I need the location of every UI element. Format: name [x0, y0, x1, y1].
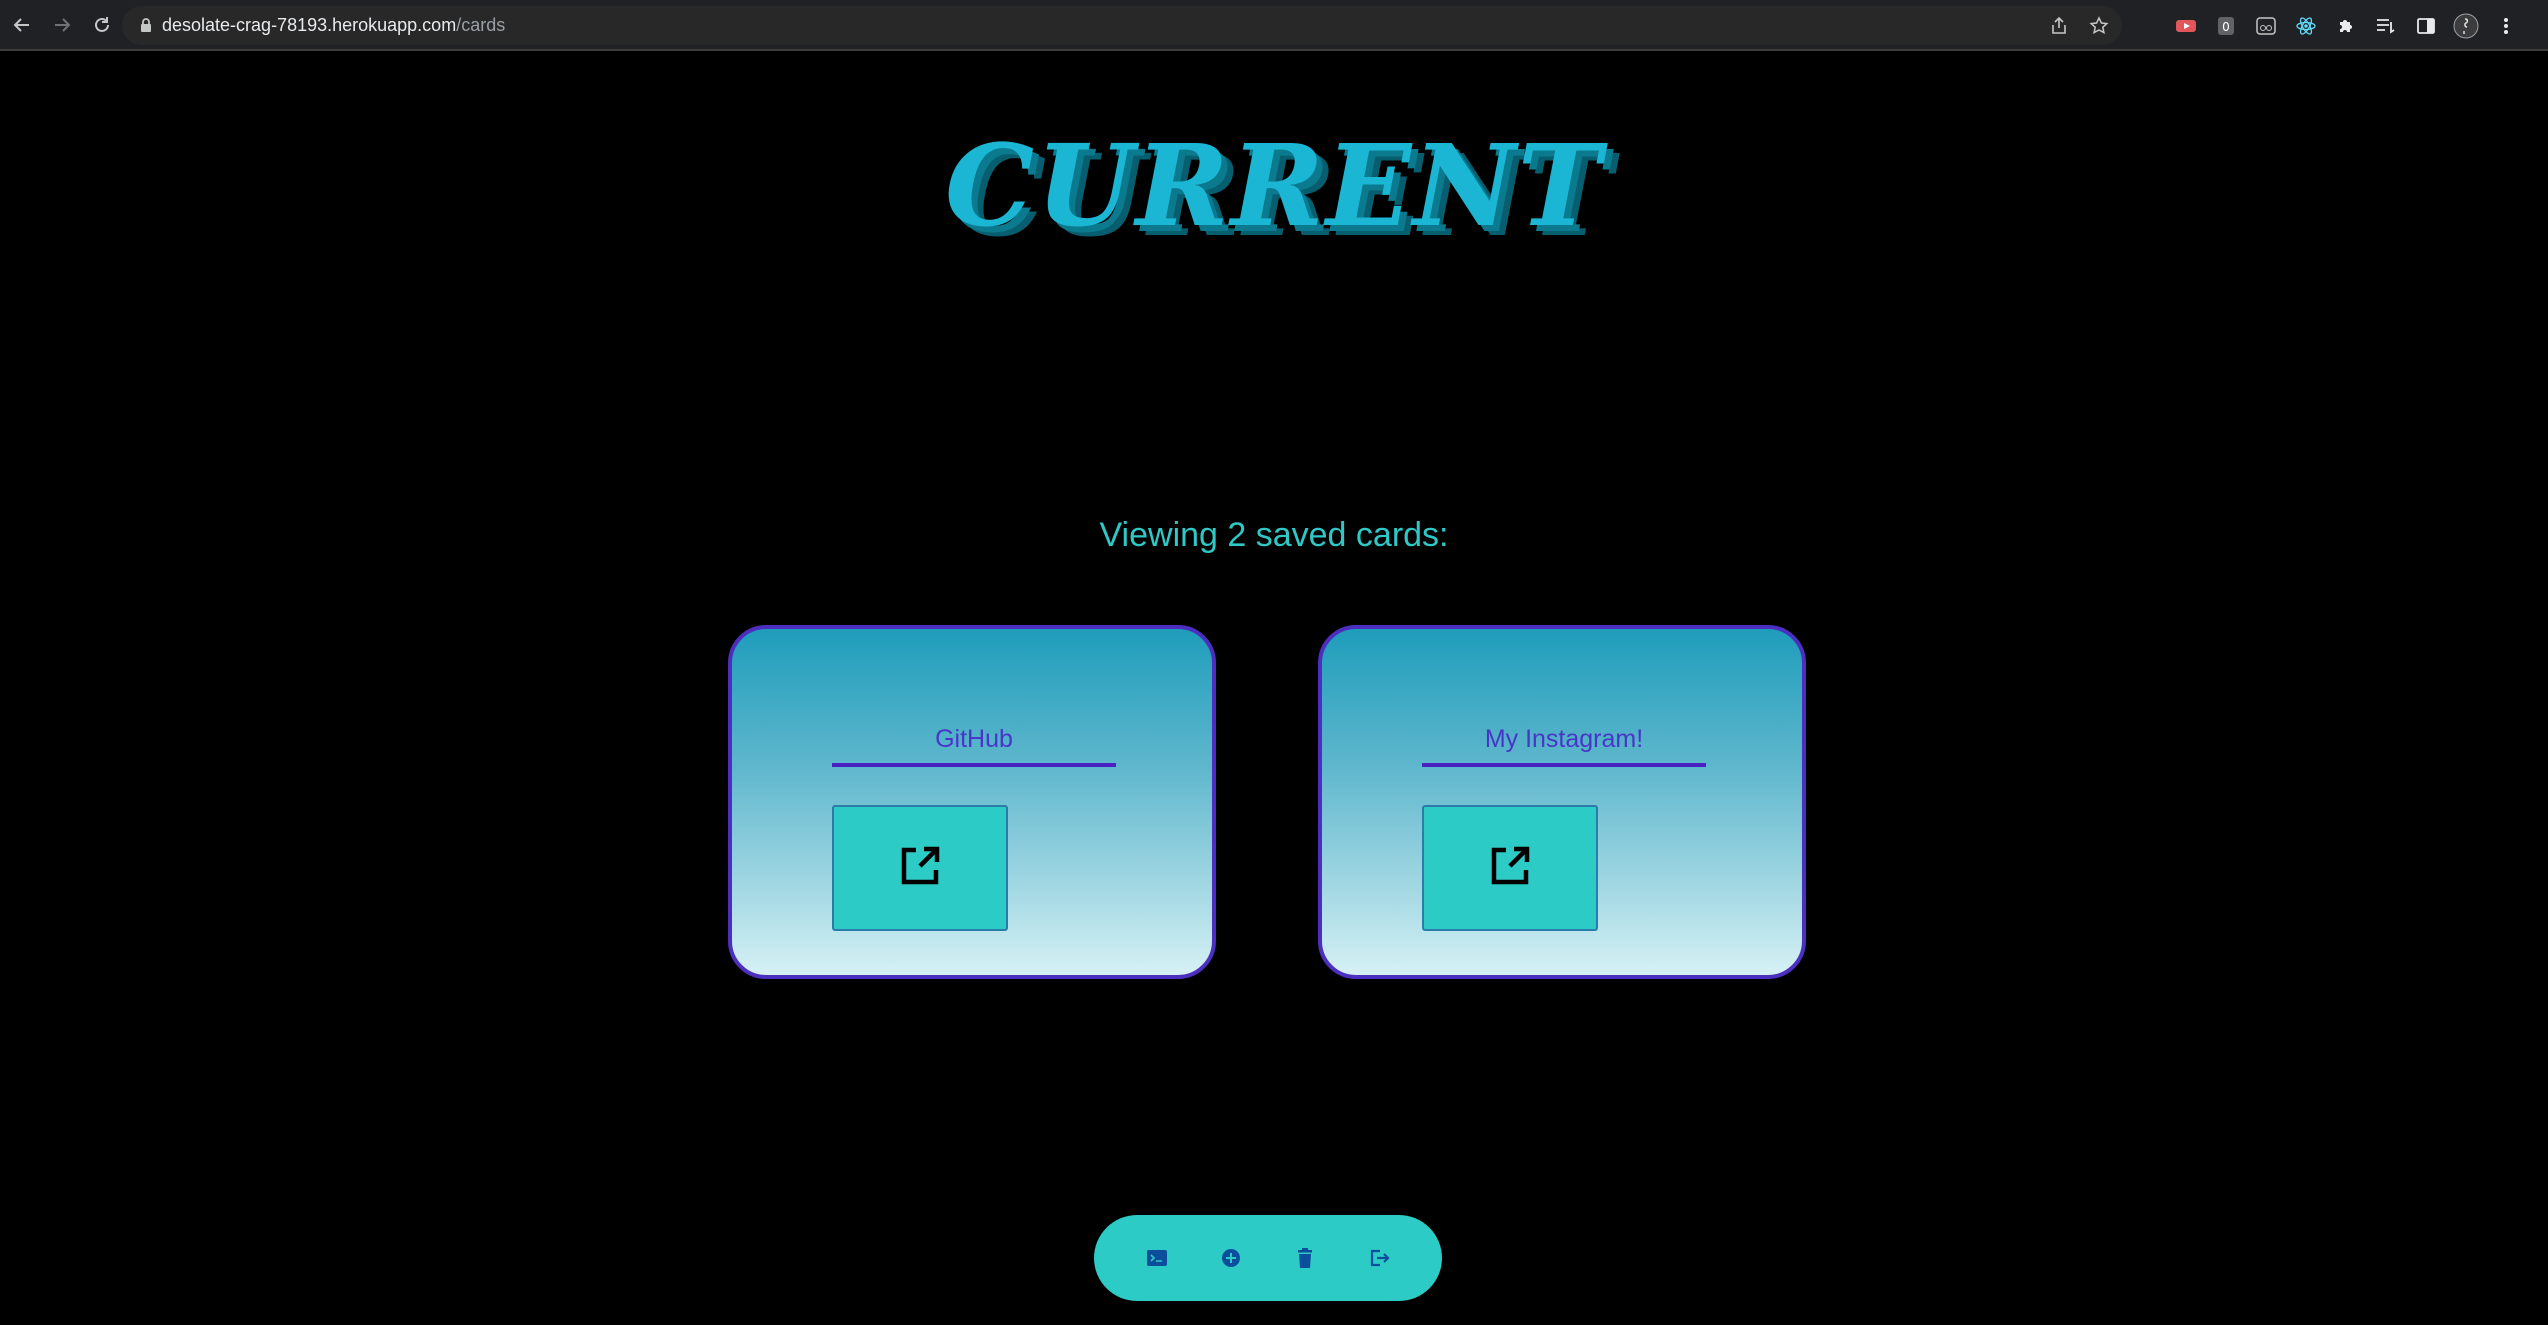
reading-list-icon[interactable]: [2370, 10, 2402, 42]
share-icon[interactable]: [2044, 11, 2074, 41]
extensions-area: 0: [2170, 6, 2522, 45]
saved-cards-count: Viewing 2 saved cards:: [1099, 516, 1449, 554]
forward-icon[interactable]: [42, 5, 82, 45]
terminal-icon[interactable]: [1144, 1245, 1170, 1271]
url-domain: desolate-crag-78193.herokuapp.com: [162, 15, 457, 35]
react-devtools-icon[interactable]: [2290, 10, 2322, 42]
trash-icon[interactable]: [1292, 1245, 1318, 1271]
browser-menu-icon[interactable]: [2490, 10, 2522, 42]
card-title: GitHub: [832, 725, 1116, 767]
extension-badge-icon[interactable]: 0: [2210, 10, 2242, 42]
url-text: desolate-crag-78193.herokuapp.com/cards: [162, 15, 505, 36]
saved-card: My Instagram!: [1318, 625, 1806, 979]
extension-record-icon[interactable]: [2170, 10, 2202, 42]
open-external-icon: [898, 844, 942, 892]
saved-card: GitHub: [728, 625, 1216, 979]
app-logo: CURRENT: [944, 121, 1604, 252]
lock-icon[interactable]: [140, 18, 152, 33]
open-external-icon: [1488, 844, 1532, 892]
back-icon[interactable]: [2, 5, 42, 45]
open-link-button[interactable]: [1422, 805, 1598, 931]
profile-avatar[interactable]: [2450, 10, 2482, 42]
bookmark-star-icon[interactable]: [2084, 11, 2114, 41]
reload-icon[interactable]: [82, 5, 122, 45]
side-panel-icon[interactable]: [2410, 10, 2442, 42]
logout-icon[interactable]: [1366, 1245, 1392, 1271]
open-link-button[interactable]: [832, 805, 1008, 931]
extensions-puzzle-icon[interactable]: [2330, 10, 2362, 42]
card-title: My Instagram!: [1422, 725, 1706, 767]
extension-glasses-icon[interactable]: [2250, 10, 2282, 42]
url-path: /cards: [456, 15, 506, 35]
browser-toolbar: desolate-crag-78193.herokuapp.com/cards …: [0, 0, 2548, 51]
page-body: CURRENT Viewing 2 saved cards: GitHub My…: [0, 51, 2548, 1325]
bottom-action-bar: [1094, 1215, 1442, 1301]
address-bar[interactable]: desolate-crag-78193.herokuapp.com/cards: [122, 6, 2122, 45]
add-circle-icon[interactable]: [1218, 1245, 1244, 1271]
extension-badge-count: 0: [2222, 20, 2230, 34]
